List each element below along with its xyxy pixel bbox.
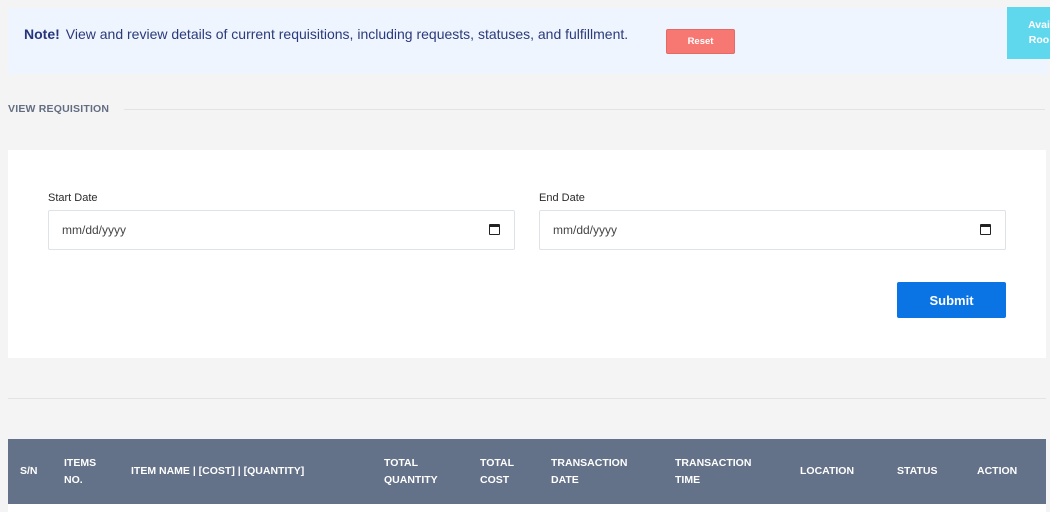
filter-form: Start Date mm/dd/yyyy End Date mm/dd/yyy… bbox=[8, 150, 1046, 358]
column-header-sn: S/N bbox=[20, 465, 38, 477]
available-rooms-line2: Roo bbox=[1028, 34, 1050, 46]
requisition-table-body bbox=[8, 504, 1046, 512]
submit-button[interactable]: Submit bbox=[897, 282, 1006, 318]
note-text: Note! View and review details of current … bbox=[24, 26, 628, 42]
content-divider bbox=[8, 398, 1046, 399]
available-rooms-line1: Avai bbox=[1028, 19, 1050, 31]
requisition-table-header: S/N ITEMS NO. ITEM NAME | [COST] | [QUANT… bbox=[8, 439, 1046, 504]
column-header-location: LOCATION bbox=[800, 465, 855, 477]
end-date-label: End Date bbox=[539, 192, 585, 204]
column-header-status: STATUS bbox=[897, 465, 938, 477]
page: Note! View and review details of current … bbox=[0, 0, 1050, 512]
start-date-input[interactable]: mm/dd/yyyy bbox=[48, 210, 515, 250]
end-date-input[interactable]: mm/dd/yyyy bbox=[539, 210, 1006, 250]
column-header-transaction-date: TRANSACTION DATE bbox=[551, 456, 628, 486]
available-rooms-button[interactable]: Avai Roo bbox=[1007, 7, 1050, 59]
end-date-placeholder: mm/dd/yyyy bbox=[553, 223, 618, 237]
note-label: Note! bbox=[24, 26, 60, 42]
reset-button[interactable]: Reset bbox=[666, 29, 735, 54]
column-header-action: ACTION bbox=[977, 465, 1018, 477]
column-header-items-no: ITEMS NO. bbox=[64, 456, 97, 486]
section-title: VIEW REQUISITION bbox=[8, 103, 110, 115]
start-date-label: Start Date bbox=[48, 192, 98, 204]
column-header-total-quantity: TOTAL QUANTITY bbox=[384, 456, 438, 486]
column-header-item-name: ITEM NAME | [COST] | [QUANTITY] bbox=[131, 465, 305, 477]
available-rooms-label: Avai Roo bbox=[1019, 18, 1050, 48]
note-banner: Note! View and review details of current … bbox=[8, 8, 1048, 74]
start-date-placeholder: mm/dd/yyyy bbox=[62, 223, 127, 237]
calendar-icon[interactable] bbox=[980, 224, 991, 235]
calendar-icon[interactable] bbox=[489, 224, 500, 235]
column-header-total-cost: TOTAL COST bbox=[480, 456, 515, 486]
section-divider bbox=[124, 109, 1045, 110]
note-message: View and review details of current requi… bbox=[65, 26, 629, 42]
column-header-transaction-time: TRANSACTION TIME bbox=[675, 456, 752, 486]
